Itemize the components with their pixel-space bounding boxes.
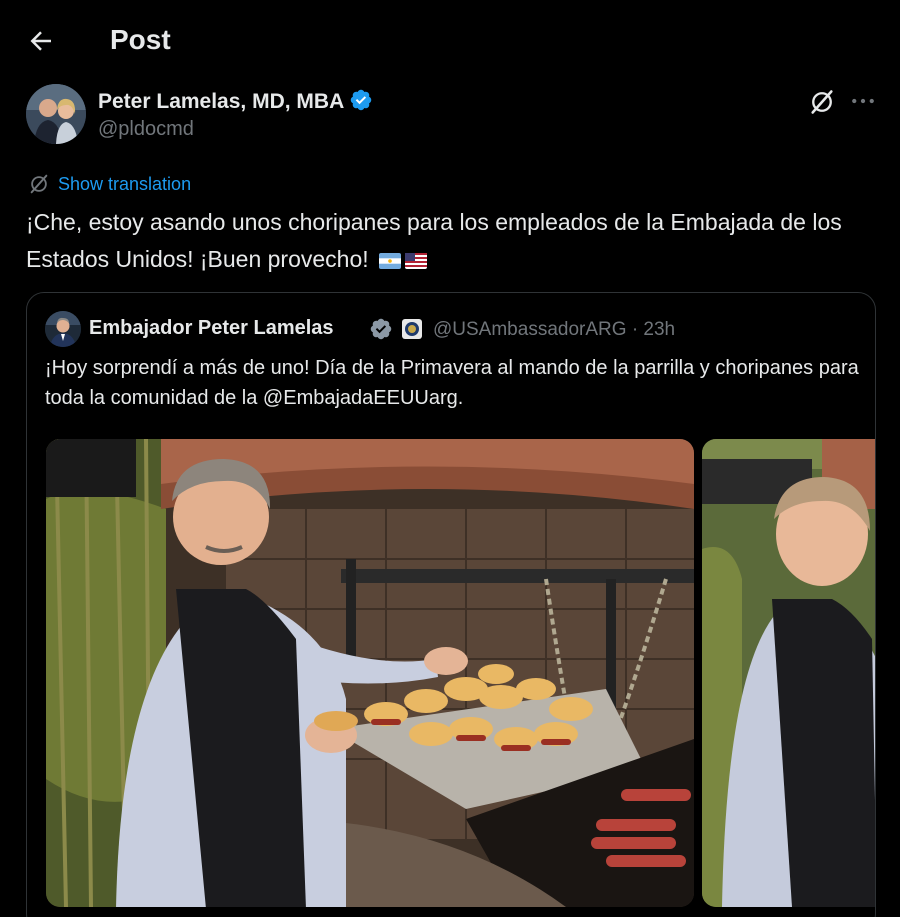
grok-button[interactable] [808,88,836,116]
quoted-photo-2[interactable] [702,439,875,907]
quoted-avatar[interactable] [45,311,81,347]
arrow-left-icon [30,31,51,51]
back-button[interactable] [26,26,56,56]
more-options-button[interactable] [848,86,878,116]
grok-icon [30,174,48,194]
page-title: Post [110,24,171,55]
quoted-meta: @USAmbassadorARG · 23h [433,319,675,341]
quoted-handle[interactable]: @USAmbassadorARG [433,319,627,340]
verified-badge-icon [370,318,392,340]
grok-icon [811,90,833,114]
quoted-photo-1[interactable] [46,439,694,907]
avatar[interactable] [26,84,86,144]
quoted-timestamp[interactable]: · 23h [632,319,675,340]
government-seal-icon [402,319,422,339]
show-translation-label: Show translation [58,173,192,194]
tweet-text-body: ¡Che, estoy asando unos choripanes para … [26,209,842,272]
quoted-post[interactable]: Embajador Peter Lamelas @USAmbassadorARG… [26,292,876,917]
top-bar: Post [0,0,900,82]
handle[interactable]: @pldocmd [98,118,194,141]
more-horizontal-icon [852,98,874,104]
quoted-display-name[interactable]: Embajador Peter Lamelas [89,317,334,340]
usa-flag-icon [405,253,428,269]
verified-badge-icon [351,89,372,111]
quoted-text: ¡Hoy sorprendí a más de uno! Día de la P… [45,357,859,409]
display-name-text: Peter Lamelas, MD, MBA [98,90,345,113]
argentina-flag-icon [379,253,402,269]
show-translation-button[interactable]: Show translation [28,172,191,196]
tweet-text: ¡Che, estoy asando unos choripanes para … [26,204,882,278]
post-author: Peter Lamelas, MD, MBA @pldocmd [26,84,876,146]
display-name[interactable]: Peter Lamelas, MD, MBA [98,88,373,114]
